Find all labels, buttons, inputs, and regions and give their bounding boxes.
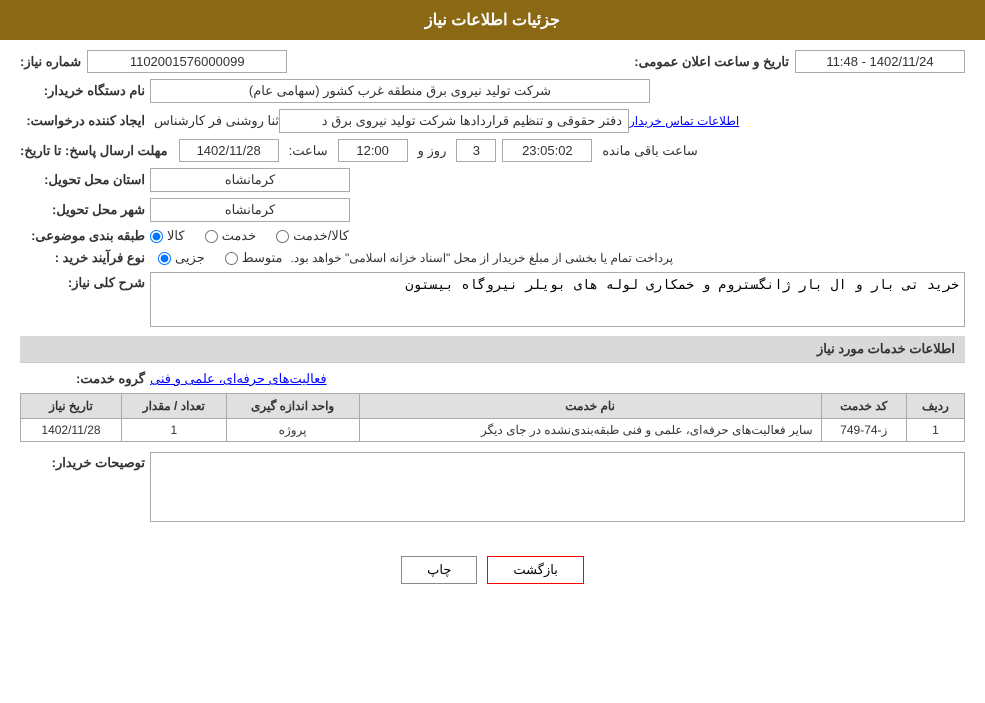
- city-label: شهر محل تحویل:: [20, 202, 150, 218]
- buyer-org-row: نام دستگاه خریدار: شرکت تولید نیروی برق …: [20, 79, 965, 103]
- deadline-date: 1402/11/28: [179, 139, 279, 162]
- purchase-jozii-radio[interactable]: [158, 252, 171, 265]
- category-khedmat-radio[interactable]: [205, 230, 218, 243]
- deadline-days-label: روز و: [418, 143, 447, 159]
- cell-unit: پروژه: [226, 419, 359, 442]
- cell-quantity: 1: [121, 419, 226, 442]
- city-row: شهر محل تحویل: کرمانشاه: [20, 198, 965, 222]
- main-content: شماره نیاز: 1102001576000099 تاریخ و ساع…: [0, 40, 985, 541]
- category-khedmat-label: خدمت: [222, 228, 257, 244]
- service-group-row: گروه خدمت: فعالیت‌های حرفه‌ای، علمی و فن…: [20, 371, 965, 387]
- buyer-description-textarea[interactable]: [150, 452, 965, 522]
- category-options: کالا خدمت کالا/خدمت: [150, 228, 349, 244]
- purchase-type-note: پرداخت تمام یا بخشی از مبلغ خریدار از مح…: [291, 251, 674, 265]
- need-description-label: شرح کلی نیاز:: [20, 272, 150, 291]
- province-value: کرمانشاه: [150, 168, 350, 192]
- creator-link[interactable]: اطلاعات تماس خریدار: [629, 114, 739, 128]
- need-number-value: 1102001576000099: [87, 50, 287, 73]
- need-description-textarea[interactable]: [150, 272, 965, 327]
- deadline-countdown: 23:05:02: [502, 139, 592, 162]
- footer-buttons: بازگشت چاپ: [0, 541, 985, 599]
- purchase-jozii-label: جزیی: [175, 250, 205, 266]
- category-kala-khedmat-radio[interactable]: [276, 230, 289, 243]
- col-date: تاریخ نیاز: [21, 394, 122, 419]
- table-row: 1 ز-74-749 سایر فعالیت‌های حرفه‌ای، علمی…: [21, 419, 965, 442]
- creator-row: ایجاد کننده درخواست: ثنا روشنی فر کارشنا…: [20, 109, 965, 133]
- category-label: طبقه بندی موضوعی:: [20, 228, 150, 244]
- need-description-row: شرح کلی نیاز:: [20, 272, 965, 330]
- need-description-value-wrapper: [150, 272, 965, 330]
- table-header-row: ردیف کد خدمت نام خدمت واحد اندازه گیری ت…: [21, 394, 965, 419]
- buyer-org-label: نام دستگاه خریدار:: [20, 83, 150, 99]
- col-quantity: تعداد / مقدار: [121, 394, 226, 419]
- col-service-code: کد خدمت: [821, 394, 906, 419]
- category-khedmat: خدمت: [205, 228, 257, 244]
- purchase-type-options: جزیی متوسط: [158, 250, 283, 266]
- services-table-wrapper: ردیف کد خدمت نام خدمت واحد اندازه گیری ت…: [20, 393, 965, 442]
- col-row-num: ردیف: [906, 394, 964, 419]
- page-header: جزئیات اطلاعات نیاز: [0, 0, 985, 40]
- announce-label: تاریخ و ساعت اعلان عمومی:: [634, 54, 789, 70]
- buyer-description-label: توصیحات خریدار:: [20, 452, 150, 471]
- back-button[interactable]: بازگشت: [487, 556, 583, 584]
- service-group-value[interactable]: فعالیت‌های حرفه‌ای، علمی و فنی: [150, 371, 327, 387]
- need-number-label: شماره نیاز:: [20, 54, 81, 70]
- category-kala-khedmat: کالا/خدمت: [276, 228, 349, 244]
- purchase-motavaset-radio[interactable]: [225, 252, 238, 265]
- buyer-description-value-wrapper: [150, 452, 965, 525]
- services-section-title: اطلاعات خدمات مورد نیاز: [20, 336, 965, 363]
- category-kala-radio[interactable]: [150, 230, 163, 243]
- deadline-days: 3: [456, 139, 496, 162]
- page-title: جزئیات اطلاعات نیاز: [425, 12, 560, 29]
- purchase-type-label: نوع فرآیند خرید :: [20, 250, 150, 266]
- province-label: استان محل تحویل:: [20, 172, 150, 188]
- buyer-description-row: توصیحات خریدار:: [20, 452, 965, 525]
- category-row: طبقه بندی موضوعی: کالا خدمت کالا/خدمت: [20, 228, 965, 244]
- purchase-motavaset: متوسط: [225, 250, 283, 266]
- purchase-jozii: جزیی: [158, 250, 205, 266]
- creator-label: ایجاد کننده درخواست:: [20, 113, 150, 129]
- deadline-countdown-label: ساعت باقی مانده: [602, 143, 697, 159]
- category-kala-label: کالا: [167, 228, 185, 244]
- page-wrapper: جزئیات اطلاعات نیاز شماره نیاز: 11020015…: [0, 0, 985, 703]
- category-kala: کالا: [150, 228, 185, 244]
- creator-value: دفتر حقوقی و تنظیم قراردادها شرکت تولید …: [279, 109, 629, 133]
- cell-date: 1402/11/28: [21, 419, 122, 442]
- print-button[interactable]: چاپ: [401, 556, 477, 584]
- city-value: کرمانشاه: [150, 198, 350, 222]
- announce-value: 1402/11/24 - 11:48: [795, 50, 965, 73]
- deadline-time-label: ساعت:: [289, 143, 328, 159]
- cell-row-num: 1: [906, 419, 964, 442]
- deadline-row: مهلت ارسال پاسخ: تا تاریخ: 1402/11/28 سا…: [20, 139, 965, 162]
- top-info-row: شماره نیاز: 1102001576000099 تاریخ و ساع…: [20, 50, 965, 73]
- creator-prefix: ثنا روشنی فر کارشناس: [154, 113, 279, 129]
- service-group-label: گروه خدمت:: [20, 371, 150, 387]
- category-kala-khedmat-label: کالا/خدمت: [293, 228, 349, 244]
- buyer-org-value: شرکت تولید نیروی برق منطقه غرب کشور (سها…: [150, 79, 650, 103]
- col-unit: واحد اندازه گیری: [226, 394, 359, 419]
- col-service-name: نام خدمت: [359, 394, 821, 419]
- deadline-time: 12:00: [338, 139, 408, 162]
- cell-service-name: سایر فعالیت‌های حرفه‌ای، علمی و فنی طبقه…: [359, 419, 821, 442]
- cell-service-code: ز-74-749: [821, 419, 906, 442]
- purchase-type-row: نوع فرآیند خرید : جزیی متوسط پرداخت تمام…: [20, 250, 965, 266]
- purchase-motavaset-label: متوسط: [242, 250, 283, 266]
- province-row: استان محل تحویل: کرمانشاه: [20, 168, 965, 192]
- services-table: ردیف کد خدمت نام خدمت واحد اندازه گیری ت…: [20, 393, 965, 442]
- deadline-label: مهلت ارسال پاسخ: تا تاریخ:: [20, 143, 173, 159]
